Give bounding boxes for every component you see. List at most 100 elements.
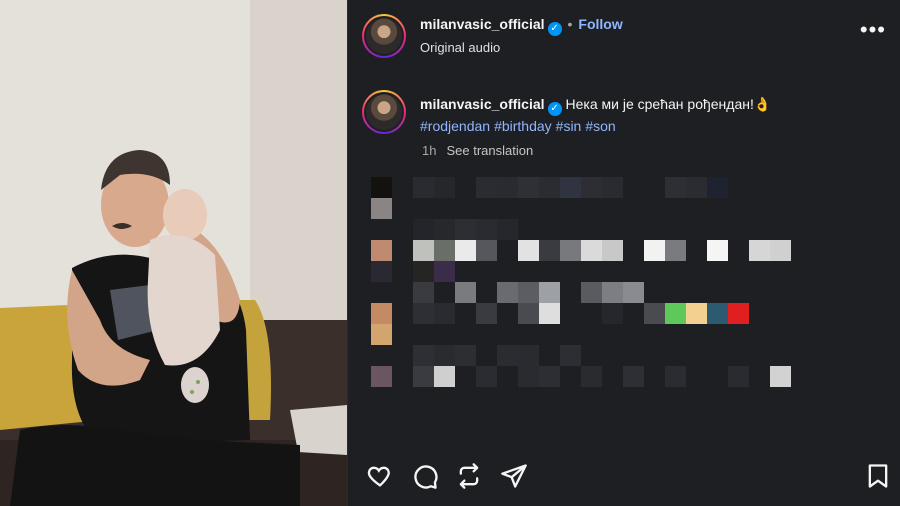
pixel-block [413, 240, 434, 261]
hashtag-link[interactable]: #birthday [494, 118, 552, 134]
pixel-block [497, 219, 518, 240]
pixel-block [728, 303, 749, 324]
pixel-block [434, 240, 455, 261]
pixel-block [413, 219, 434, 240]
pixel-block [455, 240, 476, 261]
pixel-block [581, 282, 602, 303]
pixel-block [602, 303, 623, 324]
pixel-block [497, 282, 518, 303]
pixel-block [539, 240, 560, 261]
pixel-block [623, 366, 644, 387]
pixel-block [497, 177, 518, 198]
instagram-post-viewer: milanvasic_official ✓ • Follow Original aud… [0, 0, 900, 506]
pixel-block [560, 345, 581, 366]
pixelated-comments-area [348, 175, 900, 450]
pixel-block [518, 345, 539, 366]
pixel-block [413, 177, 434, 198]
pixel-block [371, 303, 392, 324]
hashtag-link[interactable]: #sin [556, 118, 582, 134]
pixel-block [518, 282, 539, 303]
pixel-block [455, 282, 476, 303]
pixel-block [560, 177, 581, 198]
pixel-block [707, 240, 728, 261]
hashtag-list: #rodjendan #birthday #sin #son [420, 116, 880, 137]
pixel-block [518, 303, 539, 324]
pixel-block [476, 366, 497, 387]
pixel-block [434, 261, 455, 282]
pixel-block [686, 303, 707, 324]
pixel-block [644, 240, 665, 261]
pixel-block [560, 240, 581, 261]
pixel-block [770, 240, 791, 261]
post-header: milanvasic_official ✓ • Follow [420, 16, 623, 36]
pixel-block [476, 240, 497, 261]
pixel-block [518, 366, 539, 387]
pixel-block [602, 240, 623, 261]
pixel-block [371, 261, 392, 282]
pixel-block [581, 366, 602, 387]
pixel-block [371, 366, 392, 387]
pixel-block [497, 345, 518, 366]
caption-text: Нека ми је срећан рођендан!👌 [565, 96, 772, 112]
author-username[interactable]: milanvasic_official [420, 16, 545, 32]
author-avatar[interactable] [362, 14, 406, 58]
separator-dot: • [567, 16, 573, 32]
verified-badge-icon: ✓ [547, 22, 562, 36]
pixel-block [539, 366, 560, 387]
heart-icon[interactable] [366, 462, 394, 490]
pixel-block [539, 177, 560, 198]
pixel-block [413, 366, 434, 387]
more-options-icon[interactable]: ••• [860, 19, 886, 41]
pixel-block [434, 345, 455, 366]
pixel-block [413, 261, 434, 282]
hashtag-link[interactable]: #son [585, 118, 615, 134]
pixel-block [602, 282, 623, 303]
pixel-block [686, 177, 707, 198]
verified-badge-icon: ✓ [547, 102, 562, 116]
pixel-block [476, 177, 497, 198]
caption-username[interactable]: milanvasic_official [420, 96, 545, 112]
post-details-panel: milanvasic_official ✓ • Follow Original aud… [347, 0, 900, 506]
pixel-block [665, 303, 686, 324]
pixel-block [770, 366, 791, 387]
post-timestamp: 1h [422, 143, 437, 158]
pixel-block [434, 303, 455, 324]
bookmark-icon[interactable] [864, 462, 892, 490]
pixel-block [539, 303, 560, 324]
see-translation-link[interactable]: See translation [446, 143, 533, 158]
pixel-block [371, 177, 392, 198]
hashtag-link[interactable]: #rodjendan [420, 118, 490, 134]
pixel-block [413, 345, 434, 366]
pixel-block [581, 240, 602, 261]
pixel-block [665, 366, 686, 387]
pixel-block [518, 240, 539, 261]
pixel-block [518, 177, 539, 198]
pixel-block [707, 303, 728, 324]
pixel-block [644, 303, 665, 324]
pixel-block [434, 219, 455, 240]
repost-icon[interactable] [455, 462, 483, 490]
send-icon[interactable] [500, 462, 528, 490]
caption-author-avatar[interactable] [362, 90, 406, 134]
pixel-block [623, 282, 644, 303]
video-frame-illustration [0, 0, 347, 506]
pixel-block [728, 366, 749, 387]
pixel-block [749, 240, 770, 261]
pixel-block [476, 303, 497, 324]
pixel-block [413, 303, 434, 324]
pixel-block [455, 219, 476, 240]
post-video[interactable] [0, 0, 347, 506]
pixel-block [665, 240, 686, 261]
pixel-block [707, 177, 728, 198]
pixel-block [434, 177, 455, 198]
pixel-block [665, 177, 686, 198]
pixel-block [581, 177, 602, 198]
pixel-block [413, 282, 434, 303]
comment-icon[interactable] [411, 462, 439, 490]
post-caption: milanvasic_official ✓ Нека ми је срећан ро… [420, 94, 880, 137]
action-bar [348, 456, 900, 500]
pixel-block [539, 282, 560, 303]
follow-button[interactable]: Follow [578, 16, 622, 32]
pixel-block [602, 177, 623, 198]
audio-label[interactable]: Original audio [420, 40, 500, 55]
